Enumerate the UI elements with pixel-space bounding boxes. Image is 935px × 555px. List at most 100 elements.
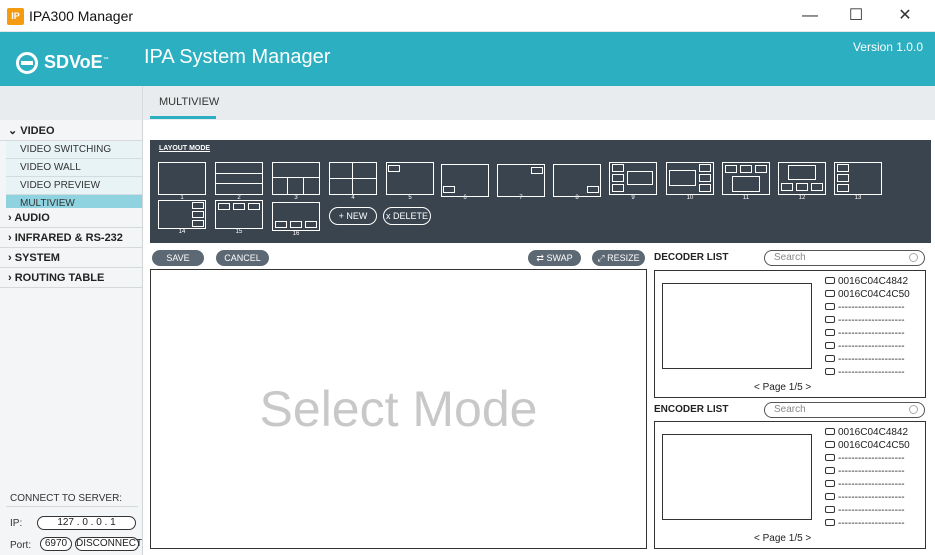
layout-mode-label: LAYOUT MODE	[159, 145, 211, 152]
encoder-item[interactable]: --------------------	[825, 453, 905, 465]
layout-number: 14	[178, 229, 186, 235]
layout-thumb-12[interactable]	[778, 162, 826, 195]
port-input[interactable]: 6970	[40, 537, 72, 551]
device-icon	[825, 329, 835, 336]
ip-label: IP:	[10, 518, 23, 529]
device-id: --------------------	[838, 492, 905, 503]
encoder-item[interactable]: --------------------	[825, 479, 905, 491]
layout-thumb-10[interactable]	[666, 162, 714, 195]
sdvoe-logo-icon	[16, 52, 38, 75]
device-id: 0016C04C4C50	[838, 440, 910, 451]
window-titlebar: IP IPA300 Manager — ☐ ✕	[0, 0, 935, 32]
device-id: --------------------	[838, 315, 905, 326]
device-icon	[825, 467, 835, 474]
layout-thumb-2[interactable]	[215, 162, 263, 195]
sidebar-item-audio[interactable]: › AUDIO	[0, 208, 142, 228]
device-id: 0016C04C4842	[838, 427, 909, 438]
new-layout-button[interactable]: + NEW	[329, 207, 377, 225]
chevron-right-icon: ›	[8, 232, 15, 244]
swap-icon: ⇄	[536, 253, 547, 263]
decoder-item[interactable]: 0016C04C4C50	[825, 289, 910, 301]
encoder-item[interactable]: 0016C04C4842	[825, 427, 908, 439]
device-id: --------------------	[838, 354, 905, 365]
sidebar-item-label: INFRARED & RS-232	[14, 232, 123, 244]
device-id: --------------------	[838, 367, 905, 378]
device-id: --------------------	[838, 479, 905, 490]
minimize-button[interactable]: —	[790, 4, 830, 28]
decoder-item[interactable]: --------------------	[825, 315, 905, 327]
device-id: --------------------	[838, 302, 905, 313]
resize-button[interactable]: ⤢ RESIZE	[592, 250, 645, 266]
device-icon	[825, 454, 835, 461]
sidebar-item-video-switching[interactable]: VIDEO SWITCHING	[6, 141, 142, 159]
disconnect-button[interactable]: DISCONNECT	[75, 537, 142, 551]
sidebar-item-label: VIDEO	[20, 125, 55, 137]
layout-thumb-6[interactable]	[441, 164, 489, 197]
resize-label: RESIZE	[607, 253, 640, 263]
encoder-item[interactable]: --------------------	[825, 518, 905, 530]
layout-thumb-5[interactable]	[386, 162, 434, 195]
layout-number: 13	[854, 195, 862, 201]
sidebar-item-routing-table[interactable]: › ROUTING TABLE	[0, 268, 142, 288]
layout-thumb-4[interactable]	[329, 162, 377, 195]
layout-number: 3	[294, 195, 298, 201]
sidebar-item-video-preview[interactable]: VIDEO PREVIEW	[6, 177, 142, 195]
device-icon	[825, 342, 835, 349]
sidebar-item-video-wall[interactable]: VIDEO WALL	[6, 159, 142, 177]
layout-thumb-16[interactable]	[272, 202, 320, 231]
device-id: 0016C04C4842	[838, 276, 909, 287]
device-icon	[825, 355, 835, 362]
sidebar-item-system-management[interactable]: › SYSTEM MANAGEMENT	[0, 248, 142, 284]
decoder-item[interactable]: --------------------	[825, 341, 905, 353]
encoder-search-input[interactable]: Search	[764, 402, 925, 418]
layout-number: 9	[631, 195, 635, 201]
layout-thumb-1[interactable]	[158, 162, 206, 195]
sdvoe-logo: SDVoE™	[16, 48, 109, 75]
layout-thumb-14[interactable]	[158, 200, 206, 229]
decoder-item[interactable]: --------------------	[825, 302, 905, 314]
device-id: --------------------	[838, 341, 905, 352]
sidebar-item-infrared[interactable]: › INFRARED & RS-232	[0, 228, 142, 248]
decoder-item[interactable]: 0016C04C4842	[825, 276, 908, 288]
device-icon	[825, 303, 835, 310]
decoder-pagination[interactable]: < Page 1/5 >	[754, 382, 811, 393]
logo-text: SDVoE	[44, 52, 103, 72]
maximize-button[interactable]: ☐	[836, 4, 876, 28]
device-icon	[825, 480, 835, 487]
layout-thumb-13[interactable]	[834, 162, 882, 195]
decoder-item[interactable]: --------------------	[825, 354, 905, 366]
port-label: Port:	[10, 540, 32, 551]
layout-thumb-8[interactable]	[553, 164, 601, 197]
decoder-item[interactable]: --------------------	[825, 328, 905, 340]
tab-multiview[interactable]: MULTIVIEW	[159, 96, 219, 108]
delete-layout-button[interactable]: x DELETE	[383, 207, 431, 225]
logo-trademark: ™	[102, 57, 109, 63]
encoder-pagination[interactable]: < Page 1/5 >	[754, 533, 811, 544]
device-icon	[825, 441, 835, 448]
layout-number: 15	[235, 229, 243, 235]
subbar-left	[0, 86, 143, 120]
save-button[interactable]: SAVE	[152, 250, 204, 266]
layout-thumb-15[interactable]	[215, 200, 263, 229]
layout-thumb-3[interactable]	[272, 162, 320, 195]
encoder-item[interactable]: --------------------	[825, 505, 905, 517]
ip-address-input[interactable]: 127 . 0 . 0 . 1	[37, 516, 136, 530]
app-header: SDVoE™ IPA System Manager Version 1.0.0	[0, 32, 935, 86]
layout-thumb-9[interactable]	[609, 162, 657, 195]
layout-number: 4	[351, 195, 355, 201]
layout-number: 8	[575, 195, 579, 201]
layout-thumb-11[interactable]	[722, 162, 770, 195]
layout-thumb-7[interactable]	[497, 164, 545, 197]
decoder-item[interactable]: --------------------	[825, 367, 905, 379]
encoder-item[interactable]: --------------------	[825, 492, 905, 504]
swap-button[interactable]: ⇄ SWAP	[528, 250, 581, 266]
sidebar-item-video[interactable]: ⌄ VIDEO	[0, 121, 142, 141]
decoder-preview	[662, 283, 812, 369]
search-placeholder: Search	[774, 404, 806, 415]
decoder-search-input[interactable]: Search	[764, 250, 925, 266]
close-button[interactable]: ✕	[885, 4, 925, 28]
encoder-item[interactable]: 0016C04C4C50	[825, 440, 910, 452]
cancel-button[interactable]: CANCEL	[216, 250, 269, 266]
encoder-item[interactable]: --------------------	[825, 466, 905, 478]
resize-icon: ⤢	[597, 253, 608, 263]
